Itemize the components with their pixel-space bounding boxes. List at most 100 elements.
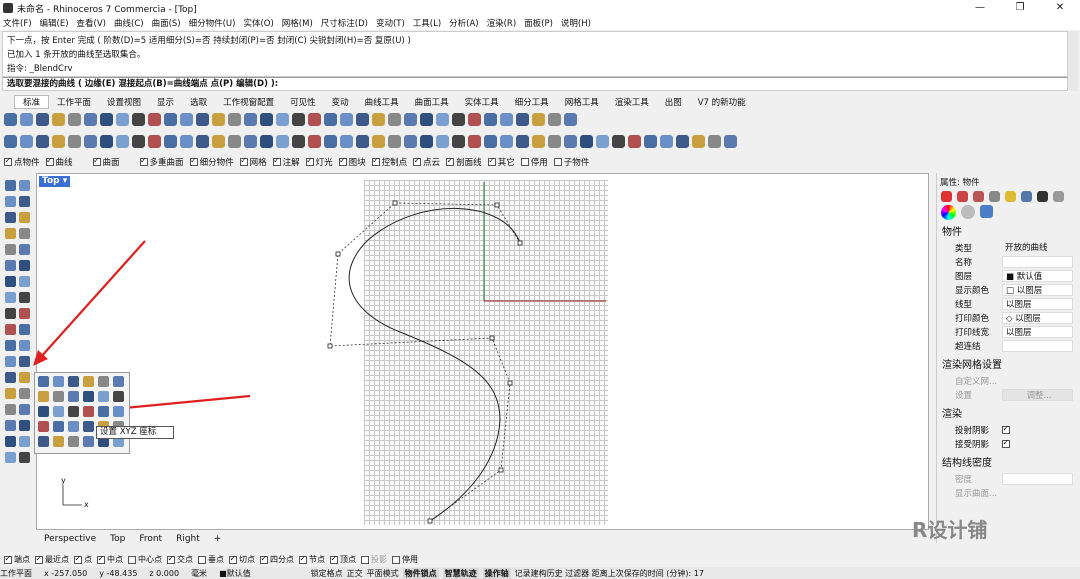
control-point[interactable]: [335, 251, 341, 257]
point-tool-icon[interactable]: [98, 376, 109, 387]
point-tool-icon[interactable]: [53, 406, 64, 417]
control-point[interactable]: [327, 343, 333, 349]
section-object: 物件: [942, 227, 962, 238]
point-tool-icon[interactable]: [113, 406, 124, 417]
receive-shadows-row[interactable]: 接受阴影: [937, 437, 1076, 451]
point-tool-icon[interactable]: [38, 436, 49, 447]
layers-icon[interactable]: [957, 191, 968, 202]
custom-mesh-row[interactable]: 自定义网...: [937, 374, 1076, 388]
osnap-project[interactable]: 投影: [361, 554, 387, 565]
control-point[interactable]: [489, 335, 495, 341]
properties-icon[interactable]: [941, 191, 952, 202]
status-layer[interactable]: ■默认值: [219, 568, 251, 579]
control-point[interactable]: [507, 380, 513, 386]
panel-title: 属性: 物件: [940, 178, 980, 188]
status-osnap[interactable]: 物件锁点: [402, 567, 439, 579]
density-input[interactable]: [1002, 473, 1073, 485]
point-tool-icon[interactable]: [98, 406, 109, 417]
adjust-button[interactable]: 调整...: [1002, 389, 1073, 401]
panel-tab-icons: [941, 191, 1072, 202]
tab-front[interactable]: Front: [139, 534, 162, 544]
status-bar: 工作平面 x -257.050 y -48.435 z 0.000 毫米 ■默认…: [0, 567, 1080, 579]
osnap-vertex[interactable]: 顶点: [330, 554, 356, 565]
point-tool-icon[interactable]: [38, 421, 49, 432]
blend-curve[interactable]: [348, 207, 521, 522]
brush-icon[interactable]: [989, 191, 1000, 202]
osnap-near[interactable]: 最近点: [35, 554, 69, 565]
point-tool-icon[interactable]: [98, 391, 109, 402]
moon-icon[interactable]: [961, 205, 975, 219]
control-point[interactable]: [498, 467, 504, 473]
prop-row-print-color: 打印颜色 ◇ 以图层: [937, 311, 1076, 325]
status-gumball[interactable]: 操作轴: [482, 567, 511, 579]
panel-sub-icons: [941, 205, 1072, 220]
checkbox-icon: [229, 554, 237, 564]
osnap-disable[interactable]: 停用: [392, 554, 418, 565]
status-z: z 0.000: [149, 568, 180, 578]
camera-icon[interactable]: [1037, 191, 1048, 202]
folder-icon[interactable]: [1005, 191, 1016, 202]
point-tool-icon[interactable]: [53, 436, 64, 447]
point-tool-icon[interactable]: [68, 406, 79, 417]
point-tool-icon[interactable]: [68, 376, 79, 387]
checkbox-icon[interactable]: [1002, 424, 1010, 434]
control-points: [327, 200, 523, 524]
osnap-perp[interactable]: 垂点: [198, 554, 224, 565]
point-tool-icon[interactable]: [38, 376, 49, 387]
osnap-quad[interactable]: 四分点: [260, 554, 294, 565]
control-point[interactable]: [392, 200, 398, 206]
color-wheel-icon[interactable]: [941, 205, 956, 220]
point-tool-icon[interactable]: [53, 376, 64, 387]
status-ortho[interactable]: 正交: [347, 568, 363, 579]
cube-icon[interactable]: [980, 205, 993, 218]
point-tool-icon[interactable]: [38, 391, 49, 402]
point-tool-icon[interactable]: [113, 376, 124, 387]
checkbox-icon: [97, 554, 105, 564]
point-tool-icon[interactable]: [83, 376, 94, 387]
checkbox-icon: [4, 554, 12, 564]
osnap-knot[interactable]: 节点: [299, 554, 325, 565]
checkbox-icon: [35, 554, 43, 564]
checkbox-icon: [260, 554, 268, 564]
control-point[interactable]: [494, 202, 500, 208]
cast-shadows-row[interactable]: 投射阴影: [937, 423, 1076, 437]
watermark-text: R设计铺: [912, 518, 988, 542]
settings-icon[interactable]: [1053, 191, 1064, 202]
status-cplane[interactable]: 工作平面: [0, 568, 32, 579]
status-x: x -257.050: [44, 568, 88, 578]
point-tool-icon[interactable]: [53, 421, 64, 432]
point-tool-icon[interactable]: [68, 436, 79, 447]
osnap-center[interactable]: 中心点: [128, 554, 162, 565]
osnap-mid[interactable]: 中点: [97, 554, 123, 565]
point-tool-icon[interactable]: [83, 391, 94, 402]
point-tool-icon[interactable]: [53, 391, 64, 402]
control-point[interactable]: [427, 518, 433, 524]
axis-x-label: x: [84, 500, 89, 509]
point-tool-icon[interactable]: [83, 436, 94, 447]
osnap-point[interactable]: 点: [74, 554, 92, 565]
render-icon[interactable]: [973, 191, 984, 202]
prop-row-hyperlink: 超连结: [937, 339, 1076, 353]
checkbox-icon[interactable]: [1002, 438, 1010, 448]
add-viewport-tab[interactable]: +: [214, 534, 222, 544]
tab-right[interactable]: Right: [176, 534, 200, 544]
status-smarttrack[interactable]: 智慧轨迹: [442, 567, 479, 579]
osnap-tan[interactable]: 切点: [229, 554, 255, 565]
tab-top[interactable]: Top: [110, 534, 125, 544]
osnap-int[interactable]: 交点: [167, 554, 193, 565]
status-grid-snap[interactable]: 锁定格点: [311, 568, 343, 579]
tooltip-set-xyz: 设置 XYZ 座标: [96, 426, 174, 439]
show-curves-row[interactable]: 显示曲面...: [937, 486, 1076, 500]
point-tool-icon[interactable]: [68, 391, 79, 402]
materials-icon[interactable]: [1021, 191, 1032, 202]
control-point[interactable]: [517, 240, 523, 246]
status-planar[interactable]: 平面模式: [367, 568, 399, 579]
point-tool-icon[interactable]: [83, 421, 94, 432]
point-tool-icon[interactable]: [68, 421, 79, 432]
tab-perspective[interactable]: Perspective: [44, 534, 96, 544]
osnap-end[interactable]: 端点: [4, 554, 30, 565]
point-tool-icon[interactable]: [38, 406, 49, 417]
point-tool-icon[interactable]: [83, 406, 94, 417]
checkbox-icon: [361, 555, 369, 564]
point-tool-icon[interactable]: [113, 391, 124, 402]
